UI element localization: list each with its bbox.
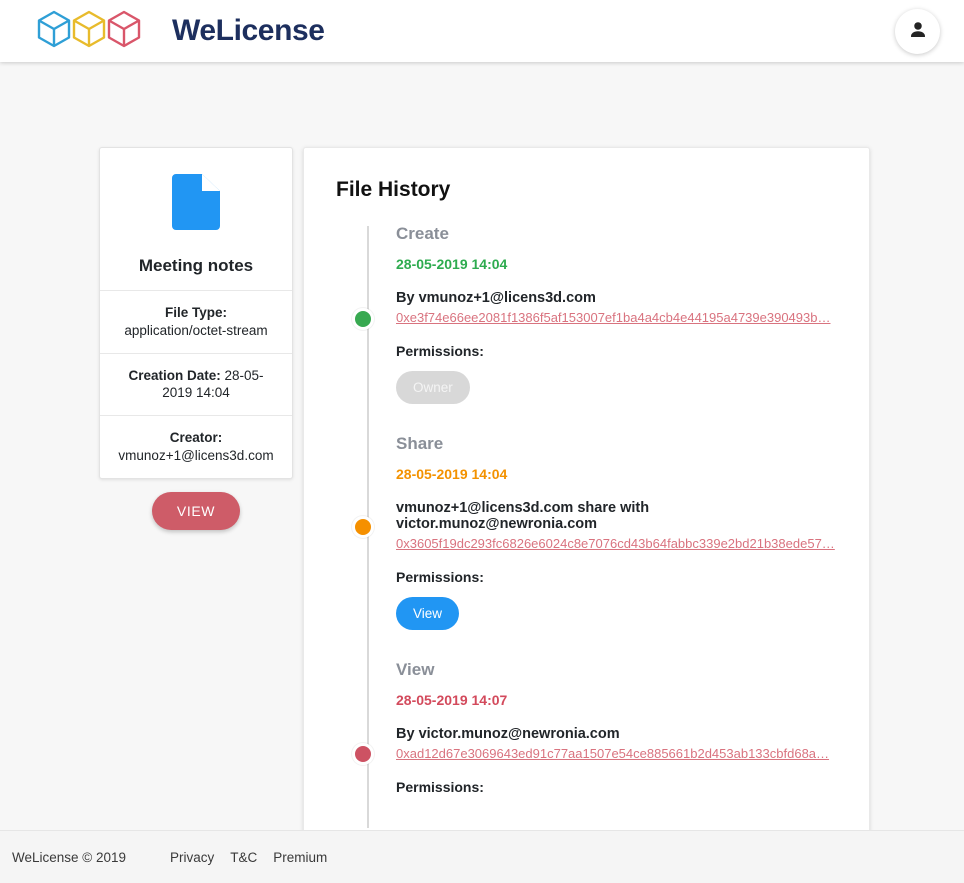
timeline-date: 28-05-2019 14:04 bbox=[396, 256, 508, 272]
transaction-hash-link[interactable]: 0xe3f74e66ee2081f1386f5af153007ef1ba4a4c… bbox=[396, 310, 849, 325]
file-type-label: File Type: bbox=[164, 305, 227, 320]
three-cubes-icon bbox=[34, 8, 162, 55]
creator-value: vmunoz+1@licens3d.com bbox=[118, 448, 274, 464]
footer-links: Privacy T&C Premium bbox=[170, 850, 327, 865]
page-title: File History bbox=[336, 178, 451, 201]
person-icon bbox=[907, 19, 929, 44]
file-row-creation-date: Creation Date: 28-05-2019 14:04 bbox=[100, 354, 292, 417]
creator-label: Creator: bbox=[169, 430, 223, 446]
timeline-actor: vmunoz+1@licens3d.com share with victor.… bbox=[396, 500, 650, 532]
timeline-action: Share bbox=[396, 434, 444, 453]
permission-badge-owner[interactable]: Owner bbox=[396, 371, 470, 404]
timeline-action: View bbox=[396, 660, 435, 679]
footer-link-premium[interactable]: Premium bbox=[273, 850, 327, 865]
view-file-button[interactable]: VIEW bbox=[152, 492, 240, 530]
user-avatar-button[interactable] bbox=[895, 8, 940, 54]
timeline-date: 28-05-2019 14:07 bbox=[396, 692, 508, 708]
file-row-file-type: File Type: application/octet-stream bbox=[100, 291, 292, 354]
brand-logo[interactable]: WeLicense bbox=[34, 8, 325, 55]
permission-badge-view[interactable]: View bbox=[396, 597, 460, 630]
timeline-entry: Create 28-05-2019 14:04 By vmunoz+1@lice… bbox=[352, 224, 849, 404]
timeline-date: 28-05-2019 14:04 bbox=[396, 466, 508, 482]
app-header: WeLicense bbox=[0, 0, 964, 62]
footer-link-tc[interactable]: T&C bbox=[230, 850, 257, 865]
file-info-card: Meeting notes File Type: application/oct… bbox=[99, 147, 293, 479]
footer-copyright: WeLicense © 2019 bbox=[12, 849, 127, 865]
history-timeline: Create 28-05-2019 14:04 By vmunoz+1@lice… bbox=[336, 224, 849, 828]
file-card-header: Meeting notes bbox=[100, 148, 292, 291]
permissions-label: Permissions: bbox=[396, 343, 484, 359]
timeline-dot-icon bbox=[352, 743, 374, 765]
brand-name: WeLicense bbox=[172, 14, 325, 47]
file-type-value: application/octet-stream bbox=[124, 322, 268, 338]
file-row-creator: Creator: vmunoz+1@licens3d.com bbox=[100, 416, 292, 478]
app-footer: WeLicense © 2019 Privacy T&C Premium bbox=[0, 830, 964, 883]
page-body: Meeting notes File Type: application/oct… bbox=[0, 62, 964, 852]
document-icon bbox=[112, 170, 280, 230]
timeline-dot-icon bbox=[352, 516, 374, 538]
timeline-entry: View 28-05-2019 14:07 By victor.munoz@ne… bbox=[352, 660, 849, 795]
permissions-label: Permissions: bbox=[396, 779, 484, 795]
timeline-action: Create bbox=[396, 224, 449, 243]
footer-link-privacy[interactable]: Privacy bbox=[170, 850, 214, 865]
timeline-entry: Share 28-05-2019 14:04 vmunoz+1@licens3d… bbox=[352, 434, 849, 630]
timeline-dot-icon bbox=[352, 308, 374, 330]
transaction-hash-link[interactable]: 0xad12d67e3069643ed91c77aa1507e54ce88566… bbox=[396, 746, 849, 761]
creation-date-label: Creation Date: bbox=[128, 367, 221, 383]
timeline-actor: By victor.munoz@newronia.com bbox=[396, 726, 620, 742]
file-title: Meeting notes bbox=[138, 256, 254, 275]
transaction-hash-link[interactable]: 0x3605f19dc293fc6826e6024c8e7076cd43b64f… bbox=[396, 536, 849, 551]
timeline-actor: By vmunoz+1@licens3d.com bbox=[396, 290, 596, 306]
permissions-label: Permissions: bbox=[396, 569, 484, 585]
file-history-panel: File History Create 28-05-2019 14:04 By … bbox=[303, 147, 870, 852]
